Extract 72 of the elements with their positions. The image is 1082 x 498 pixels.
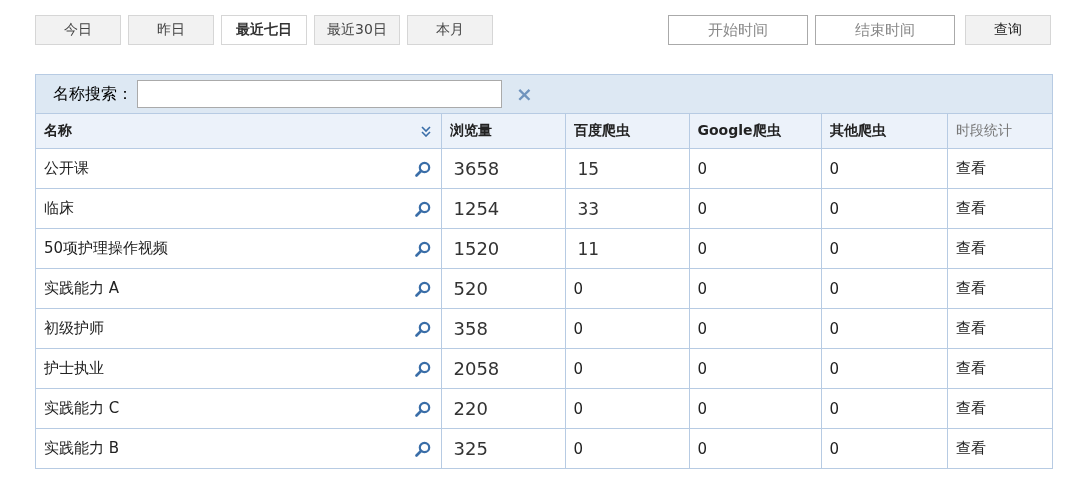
column-header: 其他爬虫	[829, 122, 886, 138]
search-icon[interactable]	[414, 440, 431, 457]
search-icon[interactable]	[414, 400, 431, 417]
column-header: 百度爬虫	[573, 122, 630, 138]
query-button[interactable]: 查询	[965, 15, 1051, 45]
view-link[interactable]: 查看	[955, 239, 986, 257]
table-cell: 1520	[453, 238, 500, 259]
preset-button[interactable]: 最近30日	[314, 15, 400, 45]
table-cell: 0	[697, 159, 708, 178]
double-chevron-icon[interactable]	[420, 125, 431, 137]
column-header: 浏览量	[449, 122, 492, 138]
search-icon[interactable]	[414, 240, 431, 257]
table-cell: 0	[829, 319, 840, 338]
view-link[interactable]: 查看	[955, 399, 986, 417]
table-cell: 220	[453, 398, 488, 419]
table-cell: 3658	[453, 158, 500, 179]
table-cell: 护士执业	[44, 359, 104, 378]
table-cell: 实践能力 C	[44, 399, 120, 418]
table-cell: 0	[573, 399, 584, 418]
preset-button[interactable]: 最近七日	[221, 15, 307, 45]
search-icon[interactable]	[414, 280, 431, 297]
preset-button[interactable]: 今日	[35, 15, 121, 45]
table-cell: 实践能力 A	[44, 279, 120, 298]
table-cell: 11	[577, 238, 600, 259]
table-cell: 520	[453, 278, 488, 299]
preset-button[interactable]: 本月	[407, 15, 493, 45]
end-time-field[interactable]: 结束时间	[815, 15, 955, 45]
table-cell: 2058	[453, 358, 500, 379]
view-link[interactable]: 查看	[955, 319, 986, 337]
table-cell: 0	[829, 359, 840, 378]
column-header: 名称	[44, 122, 72, 140]
search-icon[interactable]	[414, 160, 431, 177]
table-cell: 325	[453, 438, 488, 459]
table-cell: 33	[577, 198, 600, 219]
view-link[interactable]: 查看	[955, 439, 986, 457]
search-label: 名称搜索：	[53, 83, 133, 105]
view-link[interactable]: 查看	[955, 359, 986, 377]
view-link[interactable]: 查看	[955, 159, 986, 177]
column-header: Google爬虫	[697, 122, 781, 138]
table-cell: 0	[573, 439, 584, 458]
table-cell: 临床	[44, 199, 74, 218]
table-cell: 0	[829, 439, 840, 458]
search-icon[interactable]	[414, 200, 431, 217]
view-link[interactable]: 查看	[955, 199, 986, 217]
table-cell: 0	[697, 199, 708, 218]
table-cell: 0	[829, 159, 840, 178]
table-cell: 1254	[453, 198, 500, 219]
name-search-field[interactable]	[137, 80, 502, 108]
table-cell: 358	[453, 318, 488, 339]
table-cell: 0	[829, 199, 840, 218]
table-cell: 实践能力 B	[44, 439, 120, 458]
table-cell: 0	[829, 279, 840, 298]
table-cell: 0	[829, 399, 840, 418]
preset-button[interactable]: 昨日	[128, 15, 214, 45]
table-cell: 15	[577, 158, 600, 179]
table-cell: 50项护理操作视频	[44, 239, 169, 258]
search-icon[interactable]	[414, 320, 431, 337]
table-cell: 0	[697, 279, 708, 298]
table-cell: 0	[697, 439, 708, 458]
table-cell: 0	[573, 359, 584, 378]
table-cell: 0	[829, 239, 840, 258]
table-cell: 0	[697, 399, 708, 418]
table-cell: 0	[573, 279, 584, 298]
table-cell: 初级护师	[44, 319, 104, 338]
start-time-field[interactable]: 开始时间	[668, 15, 808, 45]
view-link[interactable]: 查看	[955, 279, 986, 297]
table-cell: 0	[573, 319, 584, 338]
table-cell: 0	[697, 319, 708, 338]
search-icon[interactable]	[414, 360, 431, 377]
table-cell: 0	[697, 239, 708, 258]
table-cell: 公开课	[44, 159, 89, 178]
table-cell: 0	[697, 359, 708, 378]
